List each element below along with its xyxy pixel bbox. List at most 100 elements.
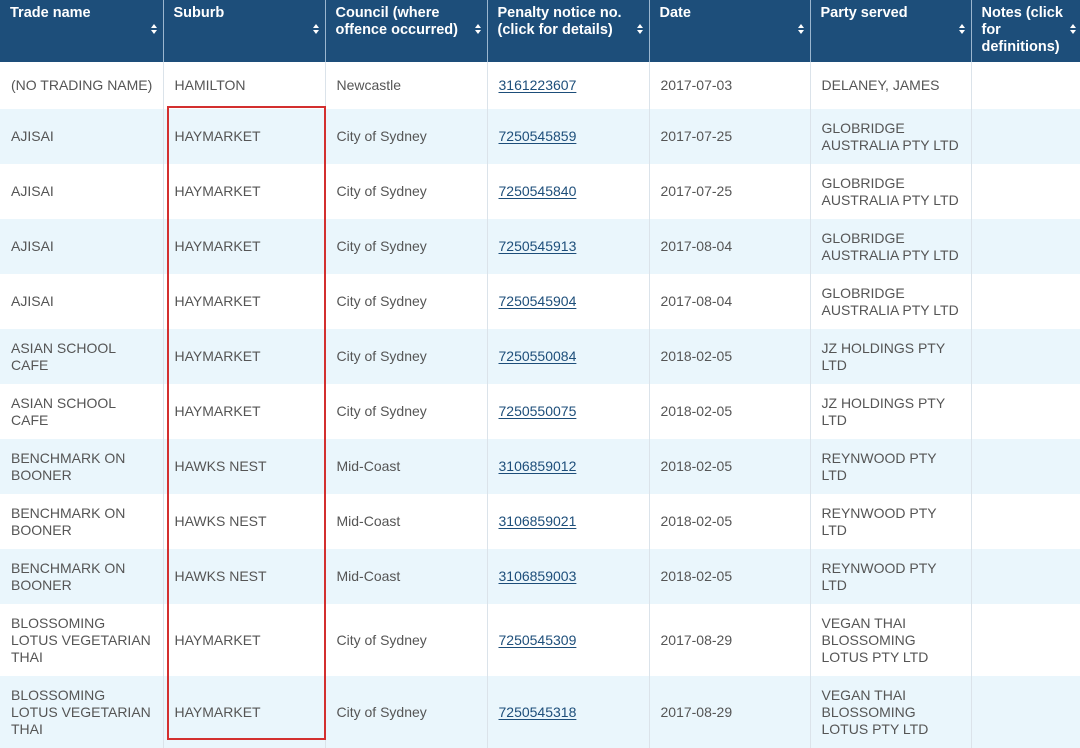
table-row: AJISAI HAYMARKET City of Sydney 72505459…: [0, 274, 1080, 329]
cell-suburb: HAYMARKET: [163, 274, 326, 329]
header-trade-name[interactable]: Trade name: [0, 0, 164, 62]
sort-icon[interactable]: [312, 24, 319, 34]
cell-suburb: HAYMARKET: [163, 384, 326, 439]
table-row: BLOSSOMING LOTUS VEGETARIAN THAI HAYMARK…: [0, 676, 1080, 748]
cell-penalty-notice: 7250545840: [487, 164, 650, 219]
table-row: AJISAI HAYMARKET City of Sydney 72505458…: [0, 164, 1080, 219]
cell-party-served: GLOBRIDGE AUSTRALIA PTY LTD: [810, 109, 972, 164]
sort-icon[interactable]: [958, 24, 965, 34]
penalty-notice-link[interactable]: 7250545913: [499, 238, 577, 254]
cell-date: 2018-02-05: [649, 494, 811, 549]
header-council[interactable]: Council (where offence occurred): [325, 0, 488, 62]
cell-date: 2017-08-04: [649, 274, 811, 329]
penalty-notice-link[interactable]: 7250545309: [499, 632, 577, 648]
cell-date: 2017-07-25: [649, 109, 811, 164]
table-row: (NO TRADING NAME) HAMILTON Newcastle 316…: [0, 62, 1080, 109]
cell-party-served: VEGAN THAI BLOSSOMING LOTUS PTY LTD: [810, 604, 972, 676]
penalty-notice-link[interactable]: 3106859003: [499, 568, 577, 584]
cell-council: City of Sydney: [325, 274, 488, 329]
cell-notes: [971, 494, 1080, 549]
cell-date: 2018-02-05: [649, 549, 811, 604]
sort-icon[interactable]: [797, 24, 804, 34]
cell-penalty-notice: 3161223607: [487, 62, 650, 109]
cell-notes: [971, 549, 1080, 604]
penalty-notice-link[interactable]: 7250545840: [499, 183, 577, 199]
cell-notes: [971, 164, 1080, 219]
cell-trade-name: BENCHMARK ON BOONER: [0, 494, 164, 549]
sort-icon[interactable]: [150, 24, 157, 34]
cell-party-served: REYNWOOD PTY LTD: [810, 494, 972, 549]
cell-date: 2018-02-05: [649, 439, 811, 494]
header-suburb[interactable]: Suburb: [163, 0, 326, 62]
sort-icon[interactable]: [474, 24, 481, 34]
table-header: Trade name Suburb Council (where offence…: [0, 0, 1080, 62]
penalty-notice-link[interactable]: 3106859021: [499, 513, 577, 529]
table-body: (NO TRADING NAME) HAMILTON Newcastle 316…: [0, 62, 1080, 748]
cell-trade-name: AJISAI: [0, 219, 164, 274]
cell-suburb: HAWKS NEST: [163, 549, 326, 604]
table-row: BENCHMARK ON BOONER HAWKS NEST Mid-Coast…: [0, 439, 1080, 494]
cell-council: City of Sydney: [325, 384, 488, 439]
cell-penalty-notice: 7250545318: [487, 676, 650, 748]
cell-date: 2017-07-03: [649, 62, 811, 109]
cell-trade-name: ASIAN SCHOOL CAFE: [0, 329, 164, 384]
header-penalty-notice[interactable]: Penalty notice no. (click for details): [487, 0, 650, 62]
cell-penalty-notice: 3106859012: [487, 439, 650, 494]
cell-penalty-notice: 7250545904: [487, 274, 650, 329]
header-date[interactable]: Date: [649, 0, 811, 62]
cell-council: City of Sydney: [325, 164, 488, 219]
cell-date: 2017-07-25: [649, 164, 811, 219]
cell-party-served: GLOBRIDGE AUSTRALIA PTY LTD: [810, 219, 972, 274]
header-label: Penalty notice no. (click for details): [497, 5, 622, 38]
cell-penalty-notice: 3106859003: [487, 549, 650, 604]
sort-icon[interactable]: [636, 24, 643, 34]
cell-suburb: HAYMARKET: [163, 604, 326, 676]
cell-party-served: VEGAN THAI BLOSSOMING LOTUS PTY LTD: [810, 676, 972, 748]
header-label: Date: [659, 5, 691, 21]
cell-trade-name: BENCHMARK ON BOONER: [0, 549, 164, 604]
penalty-notice-link[interactable]: 7250550075: [499, 403, 577, 419]
cell-party-served: DELANEY, JAMES: [810, 62, 972, 109]
penalty-notice-link[interactable]: 7250545859: [499, 128, 577, 144]
cell-notes: [971, 109, 1080, 164]
header-label: Suburb: [173, 5, 225, 21]
cell-notes: [971, 62, 1080, 109]
table-row: BENCHMARK ON BOONER HAWKS NEST Mid-Coast…: [0, 549, 1080, 604]
cell-notes: [971, 384, 1080, 439]
header-notes[interactable]: Notes (click for definitions): [971, 0, 1080, 62]
cell-council: City of Sydney: [325, 329, 488, 384]
cell-penalty-notice: 7250550084: [487, 329, 650, 384]
cell-party-served: JZ HOLDINGS PTY LTD: [810, 384, 972, 439]
cell-council: Newcastle: [325, 62, 488, 109]
penalty-notice-link[interactable]: 3106859012: [499, 458, 577, 474]
cell-trade-name: BLOSSOMING LOTUS VEGETARIAN THAI: [0, 676, 164, 748]
cell-date: 2017-08-29: [649, 676, 811, 748]
cell-penalty-notice: 3106859021: [487, 494, 650, 549]
cell-suburb: HAYMARKET: [163, 676, 326, 748]
penalty-notice-link[interactable]: 7250545904: [499, 293, 577, 309]
cell-notes: [971, 439, 1080, 494]
cell-council: City of Sydney: [325, 676, 488, 748]
header-row: Trade name Suburb Council (where offence…: [0, 0, 1080, 62]
cell-suburb: HAYMARKET: [163, 219, 326, 274]
penalty-notice-link[interactable]: 3161223607: [499, 77, 577, 93]
table-row: BLOSSOMING LOTUS VEGETARIAN THAI HAYMARK…: [0, 604, 1080, 676]
header-label: Party served: [820, 5, 908, 21]
cell-trade-name: AJISAI: [0, 109, 164, 164]
header-party-served[interactable]: Party served: [810, 0, 972, 62]
cell-notes: [971, 329, 1080, 384]
cell-suburb: HAYMARKET: [163, 329, 326, 384]
sort-icon[interactable]: [1070, 24, 1076, 34]
table-row: ASIAN SCHOOL CAFE HAYMARKET City of Sydn…: [0, 384, 1080, 439]
cell-trade-name: AJISAI: [0, 274, 164, 329]
cell-date: 2017-08-04: [649, 219, 811, 274]
table-row: BENCHMARK ON BOONER HAWKS NEST Mid-Coast…: [0, 494, 1080, 549]
penalty-notice-link[interactable]: 7250545318: [499, 704, 577, 720]
penalty-notice-link[interactable]: 7250550084: [499, 348, 577, 364]
cell-suburb: HAWKS NEST: [163, 439, 326, 494]
cell-party-served: REYNWOOD PTY LTD: [810, 439, 972, 494]
cell-trade-name: (NO TRADING NAME): [0, 62, 164, 109]
cell-notes: [971, 676, 1080, 748]
cell-party-served: GLOBRIDGE AUSTRALIA PTY LTD: [810, 164, 972, 219]
cell-date: 2018-02-05: [649, 329, 811, 384]
